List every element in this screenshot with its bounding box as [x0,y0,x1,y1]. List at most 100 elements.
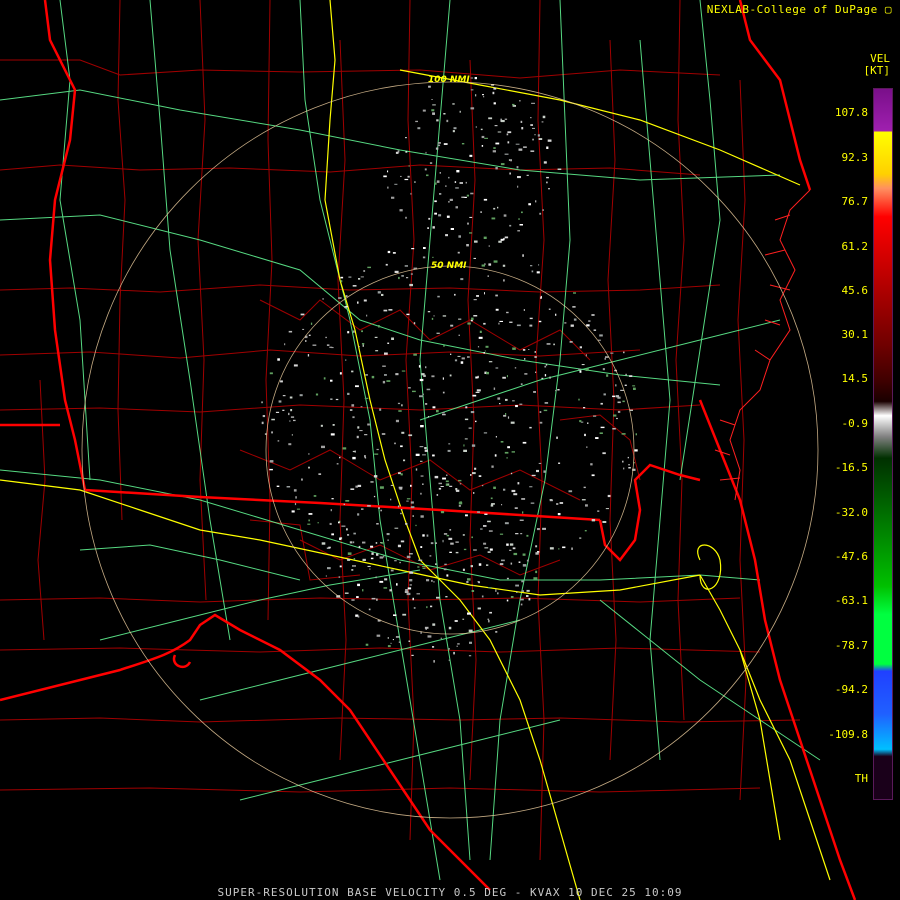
echo-speck [433,660,435,663]
echo-speck [478,582,480,584]
echo-speck [434,182,437,185]
echo-speck [465,181,467,184]
echo-speck [370,481,374,483]
echo-speck [528,349,530,350]
echo-speck [535,200,537,203]
echo-speck [415,120,418,123]
echo-speck [471,590,475,592]
echo-speck [413,322,416,325]
echo-speck [382,365,386,367]
echo-speck [356,596,359,598]
echo-speck [288,443,292,446]
echo-speck [522,564,527,567]
legend-label: -47.6 [834,550,868,563]
echo-speck [411,248,415,250]
echo-speck [301,478,303,481]
echo-speck [341,525,346,527]
echo-speck [417,566,420,568]
echo-speck [555,313,557,316]
echo-speck [420,546,423,548]
echo-speck [455,187,459,189]
echo-speck [546,181,548,184]
echo-speck [438,487,442,490]
echo-speck [587,422,589,424]
echo-speck [579,537,582,539]
echo-speck [398,410,402,412]
echo-speck [387,250,391,254]
echo-speck [520,603,523,606]
echo-speck [286,486,291,488]
echo-speck [338,521,340,524]
echo-speck [329,522,332,525]
echo-speck [493,102,496,105]
echo-speck [556,436,558,439]
echo-speck [530,117,532,119]
echo-speck [367,565,371,567]
echo-speck [465,406,468,409]
echo-speck [438,482,442,485]
echo-speck [513,493,518,496]
echo-speck [488,117,493,120]
echo-speck [400,509,403,511]
echo-speck [383,587,388,589]
echo-speck [475,94,477,97]
echo-speck [467,322,471,325]
echo-speck [308,334,311,336]
echo-speck [595,437,599,439]
echo-speck [278,400,282,403]
echo-speck [352,416,355,419]
echo-speck [607,494,611,498]
echo-speck [443,345,445,347]
echo-speck [427,635,432,638]
echo-speck [475,391,480,393]
echo-speck [432,104,436,106]
echo-speck [473,257,476,259]
echo-speck [605,508,609,510]
echo-speck [477,346,480,348]
echo-speck [394,527,399,529]
echo-speck [358,346,360,348]
echo-speck [504,522,509,525]
echo-speck [353,541,355,544]
echo-speck [321,542,326,545]
echo-speck [495,142,500,145]
echo-speck [597,510,600,512]
echo-speck [622,400,625,403]
echo-speck [501,559,505,562]
echo-speck [543,409,548,412]
echo-speck [408,434,413,437]
echo-speck [442,412,445,414]
echo-speck [300,313,305,316]
echo-speck [586,324,590,327]
echo-speck [549,547,554,550]
echo-speck [522,441,527,444]
echo-speck [449,198,453,201]
echo-speck [443,568,447,571]
echo-speck [581,499,586,501]
echo-speck [481,135,485,139]
echo-speck [521,590,524,592]
echo-speck [389,589,392,592]
echo-speck [422,567,426,569]
echo-speck [483,322,486,325]
echo-speck [431,317,434,320]
echo-speck [371,597,376,600]
echo-speck [503,214,507,217]
echo-speck [449,529,452,531]
echo-speck [497,592,499,595]
echo-speck [480,128,483,131]
echo-speck [376,634,381,637]
echo-speck [510,596,514,598]
echo-speck [634,449,638,452]
echo-speck [464,438,468,440]
echo-speck [457,251,460,254]
echo-speck [458,334,460,336]
echo-speck [401,275,404,277]
echo-speck [432,623,436,626]
echo-speck [460,361,464,364]
echo-speck [463,548,467,551]
echo-speck [420,425,424,428]
legend-label: -78.7 [834,639,868,652]
echo-speck [470,565,473,568]
echo-speck [599,432,603,434]
